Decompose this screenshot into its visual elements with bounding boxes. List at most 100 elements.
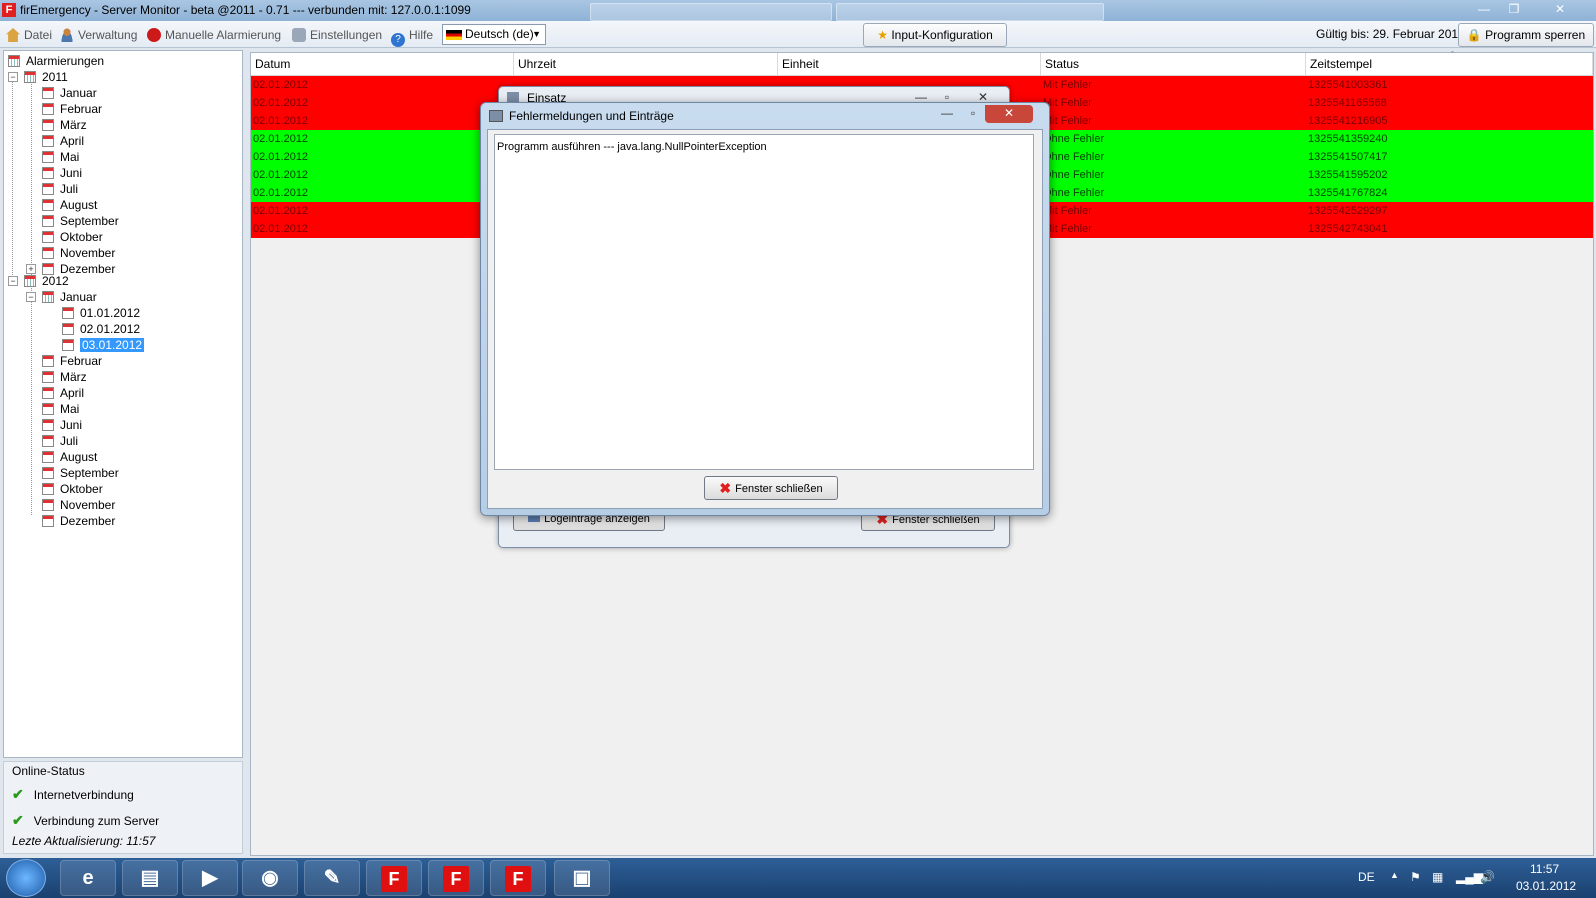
tree-year-2011[interactable]: − 2011 xyxy=(8,69,68,85)
tree-month-2012[interactable]: April xyxy=(42,385,84,401)
calendar-icon xyxy=(62,323,74,335)
column-status[interactable]: Status xyxy=(1041,53,1306,75)
tree-month-2012[interactable]: Juli xyxy=(42,433,78,449)
menu-datei[interactable]: Datei xyxy=(6,27,52,43)
tree-node-label: Februar xyxy=(60,102,103,116)
menu-bar: Datei Verwaltung Manuelle Alarmierung Ei… xyxy=(0,21,1596,48)
tree-day[interactable]: 01.01.2012 xyxy=(62,305,140,321)
minimize-button[interactable]: — xyxy=(1470,0,1498,18)
tray-language[interactable]: DE xyxy=(1358,870,1375,884)
tree-month-2011[interactable]: Januar xyxy=(42,85,97,101)
tree-month-2012[interactable]: März xyxy=(42,369,87,385)
tree-month-2011[interactable]: Dezember + xyxy=(26,261,116,277)
start-button[interactable] xyxy=(6,859,46,897)
tree-month-2012[interactable]: Dezember xyxy=(42,513,115,529)
collapse-icon[interactable]: − xyxy=(26,292,36,302)
input-config-button[interactable]: ★ Input-Konfiguration xyxy=(863,23,1007,47)
restore-button[interactable]: ❐ xyxy=(1500,0,1528,18)
close-button[interactable]: ✕ xyxy=(985,105,1033,123)
menu-hilfe-label: Hilfe xyxy=(409,28,434,42)
chevron-down-icon: ▼ xyxy=(532,29,541,39)
cell-status: Ohne Fehler xyxy=(1043,151,1105,163)
tree-month-2011[interactable]: Juli xyxy=(42,181,78,197)
flag-icon[interactable]: ⚑ xyxy=(1410,870,1421,884)
cell-zeitstempel: 1325541507417 xyxy=(1308,151,1388,163)
tree-month-2011[interactable]: März xyxy=(42,117,87,133)
tree-month-2012[interactable]: Oktober xyxy=(42,481,103,497)
cell-status: Mit Fehler xyxy=(1043,115,1092,127)
firefox-icon: ◉ xyxy=(261,867,279,889)
cell-datum: 02.01.2012 xyxy=(253,97,309,109)
column-uhrzeit[interactable]: Uhrzeit xyxy=(514,53,778,75)
menu-manuelle-alarmierung[interactable]: Manuelle Alarmierung xyxy=(147,27,281,43)
tree-node-label: Oktober xyxy=(60,482,103,496)
tree-month-2012[interactable]: November xyxy=(42,497,115,513)
tree-node-label: Juni xyxy=(60,166,83,180)
tree-month-2012[interactable]: September xyxy=(42,465,119,481)
tree-month-2012[interactable]: Mai xyxy=(42,401,79,417)
tree-month-2011[interactable]: Februar xyxy=(42,101,102,117)
close-button[interactable]: ✕ xyxy=(1540,0,1580,18)
menu-einstellungen[interactable]: Einstellungen xyxy=(292,27,382,43)
lock-program-button[interactable]: 🔒 Programm sperren xyxy=(1458,23,1594,47)
tree-day[interactable]: 02.01.2012 xyxy=(62,321,140,337)
tree-month-2012[interactable]: Februar xyxy=(42,353,102,369)
calendar-icon xyxy=(42,291,54,303)
restore-button[interactable]: ▫ xyxy=(961,105,985,121)
menu-verwaltung[interactable]: Verwaltung xyxy=(60,27,137,43)
tray-expand-icon[interactable]: ▲ xyxy=(1390,870,1399,880)
collapse-icon[interactable]: − xyxy=(8,276,18,286)
column-einheit[interactable]: Einheit xyxy=(778,53,1041,75)
error-close-button[interactable]: ✖ Fenster schließen xyxy=(704,476,838,500)
signal-icon[interactable]: ▂▄▆ xyxy=(1456,870,1483,884)
tree-node-label: 03.01.2012 xyxy=(80,338,145,352)
tree-month-2011[interactable]: April xyxy=(42,133,84,149)
tree-node-label: Dezember xyxy=(60,262,116,276)
expand-icon[interactable]: + xyxy=(26,264,36,274)
firEmergency-server-icon: F xyxy=(505,865,531,892)
menu-manuelle-alarmierung-label: Manuelle Alarmierung xyxy=(165,28,282,42)
taskbar-app-media-player[interactable]: ▶ xyxy=(182,860,238,896)
taskbar-app-firEmergency-server[interactable]: F xyxy=(490,860,546,896)
person-icon xyxy=(60,28,74,42)
tree-month-januar-2012[interactable]: − Januar xyxy=(26,289,97,305)
taskbar-app-firefox[interactable]: ◉ xyxy=(242,860,298,896)
taskbar-app-firEmergency[interactable]: F xyxy=(428,860,484,896)
alarm-tree[interactable]: Alarmierungen − 2011 − 2012 − Januar Jan… xyxy=(3,50,243,758)
tree-month-2011[interactable]: August xyxy=(42,197,97,213)
tree-month-2011[interactable]: September xyxy=(42,213,119,229)
tree-month-2011[interactable]: Oktober xyxy=(42,229,103,245)
clock-time[interactable]: 11:57 xyxy=(1530,862,1559,876)
tree-month-2012[interactable]: Juni xyxy=(42,417,82,433)
tree-node-label: Mai xyxy=(60,150,80,164)
tree-month-2012[interactable]: August xyxy=(42,449,97,465)
cell-datum: 02.01.2012 xyxy=(253,169,309,181)
network-icon[interactable]: ▦ xyxy=(1432,870,1443,884)
collapse-icon[interactable]: − xyxy=(8,72,18,82)
taskbar-app-file-explorer[interactable]: ▤ xyxy=(122,860,178,896)
cell-zeitstempel: 1325542529297 xyxy=(1308,205,1388,217)
taskbar-app-tool[interactable]: ✎ xyxy=(304,860,360,896)
volume-icon[interactable]: 🔊 xyxy=(1480,870,1495,884)
taskbar-app-firEmergency[interactable]: F xyxy=(366,860,422,896)
taskbar-app-internet-explorer[interactable]: e xyxy=(60,860,116,896)
column-datum[interactable]: Datum xyxy=(251,53,514,75)
column-zeitstempel[interactable]: Zeitstempel xyxy=(1306,53,1593,75)
german-flag-icon xyxy=(446,30,462,40)
tree-month-2011[interactable]: Juni xyxy=(42,165,82,181)
cell-datum: 02.01.2012 xyxy=(253,223,309,235)
minimize-button[interactable]: — xyxy=(935,105,959,121)
error-message-text[interactable]: Programm ausführen --- java.lang.NullPoi… xyxy=(494,134,1034,470)
clock-date[interactable]: 03.01.2012 xyxy=(1516,879,1576,893)
tree-month-2011[interactable]: Mai xyxy=(42,149,79,165)
tree-root[interactable]: Alarmierungen xyxy=(8,53,104,69)
tree-node-label: August xyxy=(60,450,98,464)
cell-status: Mit Fehler xyxy=(1043,205,1092,217)
app-icon: F xyxy=(2,3,16,17)
tree-month-2011[interactable]: November xyxy=(42,245,115,261)
tree-day[interactable]: 03.01.2012 xyxy=(62,337,145,353)
taskbar-app-control-panel[interactable]: ▣ xyxy=(554,860,610,896)
menu-hilfe[interactable]: ? Hilfe xyxy=(391,27,434,47)
internet-explorer-icon: e xyxy=(82,867,94,889)
language-select[interactable]: Deutsch (de) ▼ xyxy=(442,24,546,45)
